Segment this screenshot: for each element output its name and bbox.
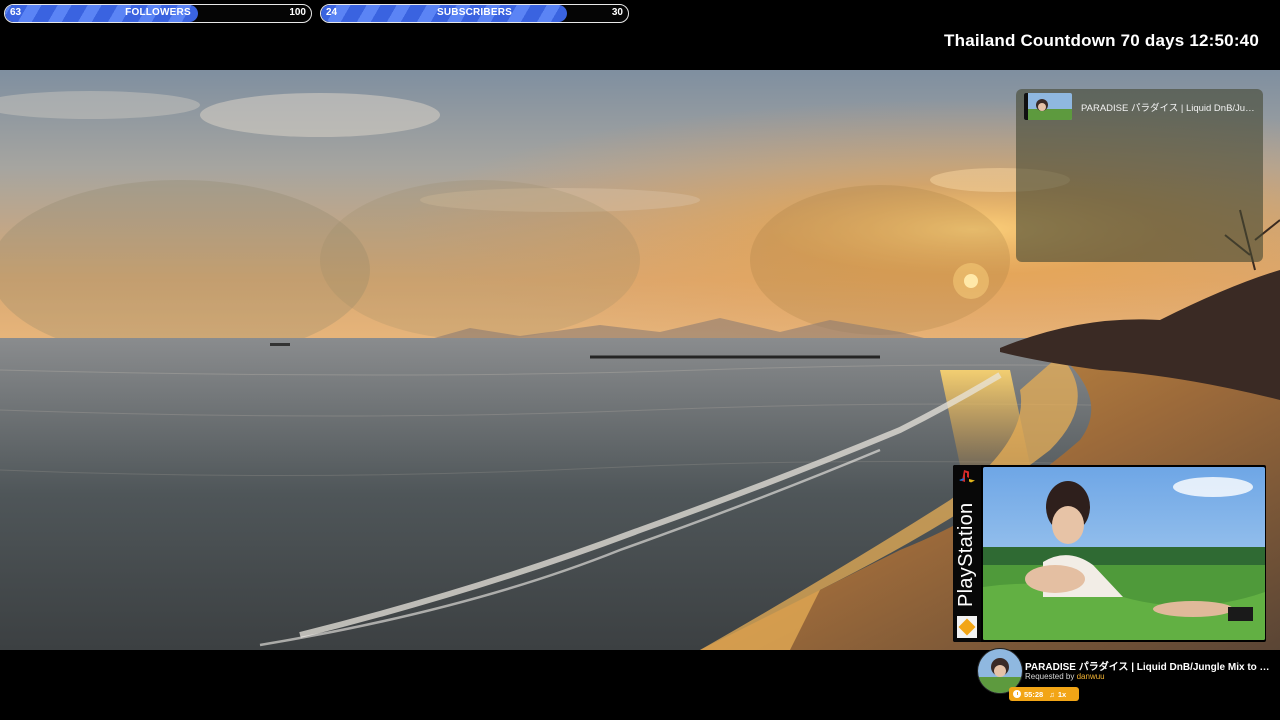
subscribers-target: 30	[611, 7, 623, 18]
countdown-text: Thailand Countdown 70 days 12:50:40	[944, 31, 1259, 50]
clock-icon	[1013, 690, 1021, 698]
playstation-logo-icon	[959, 470, 975, 483]
followers-target: 100	[289, 7, 306, 18]
playstation-spine: PlayStation	[953, 465, 981, 642]
rating-badge-icon	[957, 616, 977, 638]
queue-count: 1x	[1057, 689, 1067, 699]
subscribers-label: SUBSCRIBERS	[437, 7, 512, 18]
requested-by-label: Requested by	[1025, 672, 1075, 681]
album-cover-art	[983, 467, 1265, 640]
now-playing-title: PARADISE パラダイス | Liquid DnB/Jungle Mix t…	[1081, 103, 1257, 114]
music-note-icon: ♫	[1049, 689, 1055, 699]
requested-by-text: Requested by danwuu	[1025, 672, 1105, 681]
playstation-wordmark: PlayStation	[955, 502, 977, 607]
subscribers-goal-bar: 24 SUBSCRIBERS 30	[320, 4, 629, 23]
song-duration: 55:28	[1024, 689, 1044, 699]
followers-goal-bar: 63 FOLLOWERS 100	[4, 4, 312, 23]
requester-name: danwuu	[1076, 672, 1105, 681]
now-playing-widget: PARADISE パラダイス | Liquid DnB/Jungle Mix t…	[1016, 89, 1263, 262]
request-song-title: PARADISE パラダイス | Liquid DnB/Jungle Mix t…	[1025, 662, 1275, 673]
song-thumbnail	[1024, 93, 1072, 120]
followers-label: FOLLOWERS	[125, 7, 191, 18]
song-info-pill: 55:28 ♫ 1x	[1009, 687, 1079, 701]
playstation-case: PlayStation	[953, 465, 1266, 642]
